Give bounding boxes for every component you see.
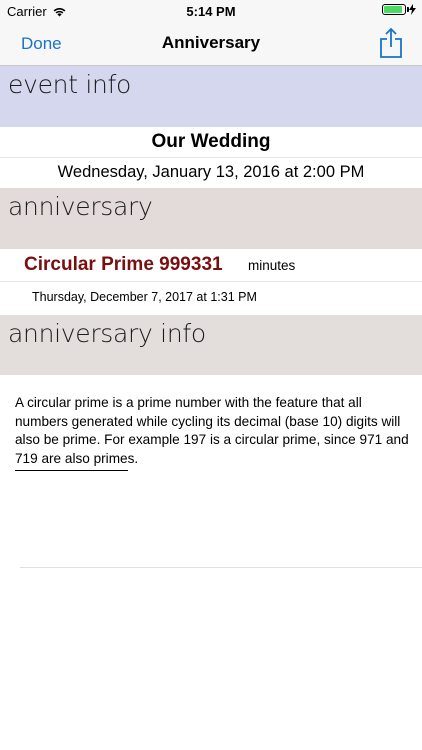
anniversary-row[interactable]: Circular Prime 999331 minutes: [0, 250, 422, 282]
battery-icon: [382, 4, 409, 15]
anniversary-date: Thursday, December 7, 2017 at 1:31 PM: [32, 290, 257, 304]
anniversary-header: anniversary: [0, 188, 422, 249]
anniversary-info-header: anniversary info: [0, 315, 422, 375]
event-info-header: event info: [0, 66, 422, 127]
status-right: [382, 4, 416, 15]
anniversary-header-label: anniversary: [8, 192, 153, 221]
anniversary-info-header-label: anniversary info: [8, 319, 206, 348]
status-time: 5:14 PM: [186, 4, 236, 19]
event-title[interactable]: Our Wedding: [0, 128, 422, 158]
anniversary-info-text: A circular prime is a prime number with …: [15, 395, 409, 466]
anniversary-name: Circular Prime 999331: [24, 254, 223, 275]
page-title: Anniversary: [161, 33, 261, 52]
navigation-bar: Done Anniversary: [0, 22, 422, 66]
share-icon[interactable]: [378, 27, 404, 59]
divider: [15, 470, 128, 471]
event-date[interactable]: Wednesday, January 13, 2016 at 2:00 PM: [0, 159, 422, 188]
battery-level: [384, 6, 402, 13]
event-info-header-label: event info: [8, 70, 132, 99]
status-bar: Carrier 5:14 PM: [0, 0, 422, 22]
charging-icon: [409, 4, 416, 15]
separator: [20, 567, 422, 568]
anniversary-unit: minutes: [248, 258, 296, 273]
